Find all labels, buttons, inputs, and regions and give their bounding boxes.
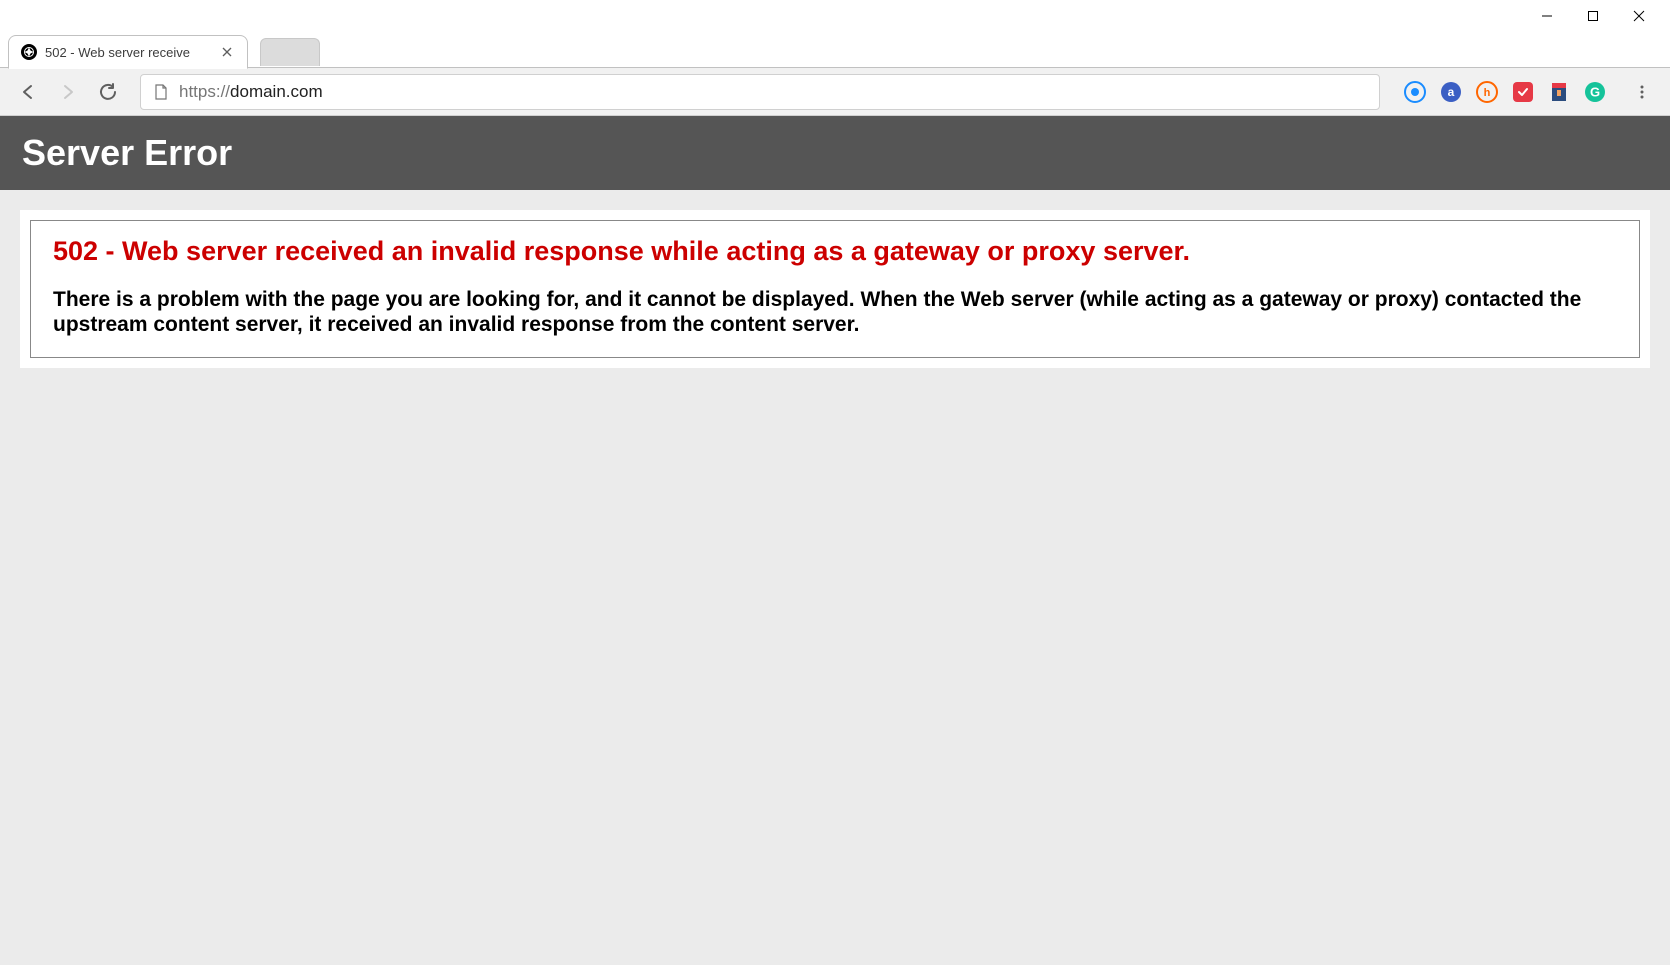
error-box: 502 - Web server received an invalid res… — [30, 220, 1640, 358]
maximize-button[interactable] — [1570, 0, 1616, 32]
page-content: Server Error 502 - Web server received a… — [0, 116, 1670, 965]
tab-bar: 502 - Web server receive — [0, 32, 1670, 68]
svg-text:h: h — [1484, 87, 1491, 99]
tab-close-button[interactable] — [219, 44, 235, 60]
error-title: 502 - Web server received an invalid res… — [53, 235, 1617, 269]
browser-toolbar: https://domain.com a h G — [0, 68, 1670, 116]
server-error-banner: Server Error — [0, 116, 1670, 190]
svg-text:a: a — [1448, 85, 1455, 99]
browser-tab[interactable]: 502 - Web server receive — [8, 35, 248, 69]
extension-icon-4[interactable] — [1512, 81, 1534, 103]
error-description: There is a problem with the page you are… — [53, 287, 1617, 337]
svg-text:G: G — [1590, 84, 1600, 99]
window-controls — [0, 0, 1670, 32]
extension-icon-3[interactable]: h — [1476, 81, 1498, 103]
extension-icon-1[interactable] — [1404, 81, 1426, 103]
tab-title: 502 - Web server receive — [45, 45, 211, 60]
error-container: 502 - Web server received an invalid res… — [20, 210, 1650, 368]
browser-menu-button[interactable] — [1626, 76, 1658, 108]
new-tab-button[interactable] — [260, 38, 320, 66]
extensions-area: a h G — [1396, 81, 1614, 103]
url-text: https://domain.com — [179, 82, 323, 102]
forward-button[interactable] — [52, 76, 84, 108]
back-button[interactable] — [12, 76, 44, 108]
tab-favicon-icon — [21, 44, 37, 60]
extension-icon-6[interactable]: G — [1584, 81, 1606, 103]
close-window-button[interactable] — [1616, 0, 1662, 32]
extension-icon-2[interactable]: a — [1440, 81, 1462, 103]
address-bar[interactable]: https://domain.com — [140, 74, 1380, 110]
minimize-button[interactable] — [1524, 0, 1570, 32]
extension-icon-5[interactable] — [1548, 81, 1570, 103]
page-info-icon[interactable] — [153, 84, 169, 100]
reload-button[interactable] — [92, 76, 124, 108]
